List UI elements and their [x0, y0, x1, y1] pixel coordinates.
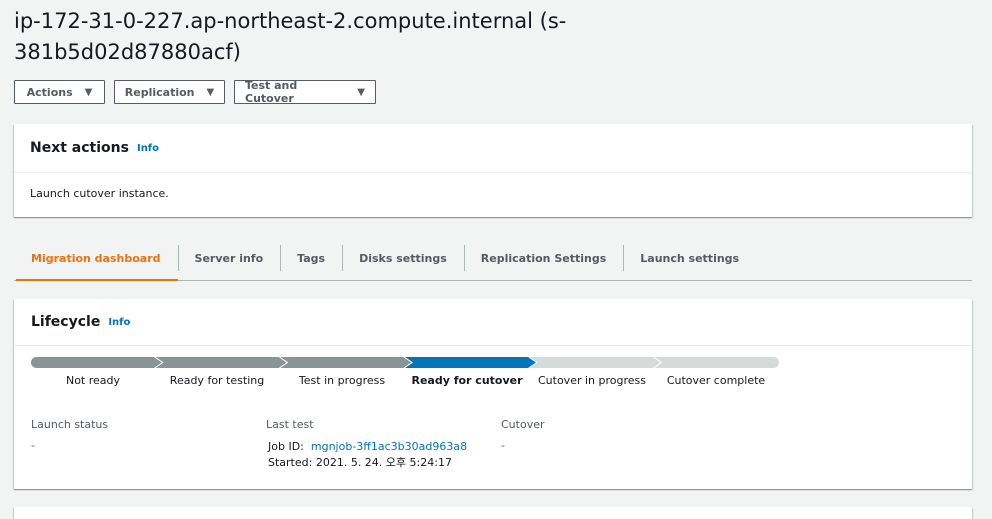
actions-dropdown-button[interactable]: Actions ▼: [14, 80, 105, 104]
next-actions-header: Next actions Info: [14, 124, 972, 173]
lifecycle-header: Lifecycle Info: [14, 299, 972, 346]
tab-migration-dashboard[interactable]: Migration dashboard: [14, 236, 178, 281]
tab-launch-settings[interactable]: Launch settings: [623, 236, 756, 280]
tab-server-info[interactable]: Server info: [177, 236, 281, 280]
lifecycle-progress-bar: [31, 357, 779, 368]
lifecycle-segment-4: [529, 357, 663, 368]
started-value: 2021. 5. 24. 오후 5:24:17: [315, 456, 452, 469]
launch-status-value: -: [31, 439, 35, 452]
test-and-cutover-button-label: Test and Cutover: [245, 79, 298, 105]
last-test-label: Last test: [266, 418, 314, 431]
cutover-column: Cutover -: [501, 418, 545, 452]
tab-disks-settings[interactable]: Disks settings: [342, 236, 464, 280]
stage-label-not-ready: Not ready: [65, 374, 121, 387]
replication-button-label: Replication: [124, 85, 195, 99]
lifecycle-segment-5: [654, 357, 779, 368]
lifecycle-title: Lifecycle: [31, 314, 101, 330]
launch-status-column: Launch status -: [31, 418, 108, 452]
lifecycle-stepper: Not ready Ready for testing Test in prog…: [31, 357, 779, 397]
job-id-label: Job ID:: [268, 440, 304, 453]
started-label: Started:: [268, 456, 313, 469]
lifecycle-segment-2: [280, 357, 413, 368]
stage-label-ready-for-cutover: Ready for cutover: [411, 374, 523, 387]
caret-down-icon: ▼: [206, 86, 215, 98]
last-test-started: Started: 2021. 5. 24. 오후 5:24:17: [268, 455, 467, 471]
stage-label-cutover-in-progress: Cutover in progress: [537, 374, 646, 387]
launch-status-label: Launch status: [31, 418, 109, 431]
next-actions-body: Launch cutover instance.: [30, 187, 169, 200]
caret-down-icon: ▼: [357, 86, 365, 98]
cutover-value: -: [501, 439, 505, 452]
lifecycle-segment-0: [31, 357, 164, 368]
lifecycle-info-link[interactable]: Info: [108, 317, 130, 328]
replication-dropdown-button[interactable]: Replication ▼: [114, 80, 225, 104]
last-test-column: Last test Job ID: mgnjob-3ff1ac3b30ad963…: [266, 418, 467, 471]
next-actions-info-link[interactable]: Info: [137, 143, 159, 154]
lifecycle-segment-3: [405, 357, 538, 368]
next-panel-partial: [14, 507, 972, 519]
next-actions-panel: Next actions Info Launch cutover instanc…: [14, 124, 972, 217]
test-and-cutover-dropdown-button[interactable]: Test and Cutover ▼: [234, 79, 376, 105]
action-button-row: Actions ▼ Replication ▼ Test and Cutover…: [14, 79, 376, 105]
caret-down-icon: ▼: [84, 86, 93, 98]
lifecycle-panel: Lifecycle Info Not ready Ready for testi…: [14, 299, 972, 489]
page-title: ip-172-31-0-227.ap-northeast-2.compute.i…: [14, 9, 567, 64]
lifecycle-segment-1: [155, 357, 289, 368]
cutover-label: Cutover: [501, 418, 545, 431]
tab-tags[interactable]: Tags: [280, 236, 342, 280]
server-detail-tabs: Migration dashboard Server info Tags Dis…: [14, 236, 972, 281]
actions-button-label: Actions: [26, 85, 73, 99]
tab-replication-settings[interactable]: Replication Settings: [463, 236, 623, 280]
last-test-job-id: Job ID: mgnjob-3ff1ac3b30ad963a8: [268, 439, 467, 455]
job-id-link[interactable]: mgnjob-3ff1ac3b30ad963a8: [311, 440, 467, 453]
stage-label-ready-for-testing: Ready for testing: [169, 374, 265, 387]
stage-label-test-in-progress: Test in progress: [298, 374, 386, 387]
next-actions-title: Next actions: [30, 140, 129, 156]
stage-label-cutover-complete: Cutover complete: [666, 374, 766, 387]
